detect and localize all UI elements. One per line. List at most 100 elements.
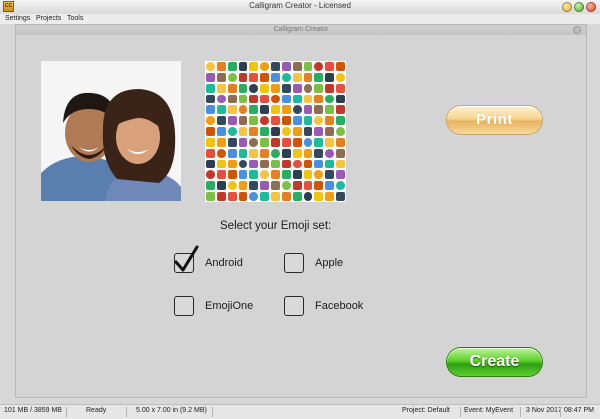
emoji-tile	[227, 94, 237, 104]
emoji-tile	[303, 127, 313, 136]
emoji-tile	[314, 94, 324, 104]
emoji-tile	[260, 62, 270, 71]
emoji-tile	[292, 159, 302, 169]
emoji-tile	[325, 148, 335, 158]
emoji-tile	[325, 159, 335, 169]
emoji-tile	[281, 181, 291, 191]
emoji-tile	[336, 170, 345, 180]
emoji-tile	[281, 83, 291, 93]
emoji-tile	[281, 62, 291, 71]
emoji-tile	[238, 94, 248, 104]
emoji-tile	[325, 105, 335, 115]
emoji-tile	[314, 72, 324, 82]
status-divider	[460, 407, 461, 417]
facebook-checkbox[interactable]	[284, 296, 304, 316]
emoji-tile	[325, 192, 335, 201]
emoji-tile	[260, 137, 270, 147]
emoji-tile	[227, 116, 237, 126]
emoji-tile	[206, 62, 215, 71]
apple-checkbox[interactable]	[284, 253, 304, 273]
emoji-tile	[249, 170, 259, 180]
emoji-tile	[281, 170, 291, 180]
close-window-button[interactable]	[586, 2, 596, 12]
emoji-tile	[314, 192, 324, 201]
emoji-tile	[325, 170, 335, 180]
emoji-tile	[271, 83, 280, 93]
emoji-tile	[216, 72, 226, 82]
emoji-tile	[227, 72, 237, 82]
checkmark-icon	[174, 245, 199, 272]
emoji-tile	[336, 181, 345, 191]
menu-settings[interactable]: Settings	[5, 15, 30, 22]
apple-label[interactable]: Apple	[315, 257, 343, 269]
emojione-checkbox[interactable]	[174, 296, 194, 316]
status-divider	[66, 407, 67, 417]
create-button[interactable]: Create	[447, 348, 542, 376]
emoji-tile	[238, 83, 248, 93]
emoji-tile	[271, 94, 280, 104]
emoji-tile	[206, 105, 215, 115]
emoji-tile	[216, 159, 226, 169]
emoji-tile	[303, 116, 313, 126]
emoji-tile	[260, 127, 270, 136]
emoji-tile	[238, 105, 248, 115]
emoji-tile	[292, 72, 302, 82]
emoji-tile	[281, 137, 291, 147]
emoji-tile	[227, 105, 237, 115]
emoji-tile	[216, 116, 226, 126]
emoji-tile	[216, 127, 226, 136]
emoji-tile	[281, 116, 291, 126]
emoji-tile	[303, 170, 313, 180]
print-button[interactable]: Print	[447, 106, 542, 134]
emoji-tile	[292, 137, 302, 147]
panel-title: Calligram Creator	[16, 25, 586, 35]
android-label[interactable]: Android	[205, 257, 243, 269]
emoji-tile	[206, 148, 215, 158]
emoji-tile	[281, 94, 291, 104]
emoji-tile	[249, 116, 259, 126]
emoji-mosaic-preview[interactable]	[205, 61, 346, 202]
facebook-label[interactable]: Facebook	[315, 300, 363, 312]
emoji-tile	[336, 192, 345, 201]
emoji-tile	[249, 94, 259, 104]
emojione-label[interactable]: EmojiOne	[205, 300, 253, 312]
emoji-tile	[325, 72, 335, 82]
emoji-tile	[303, 72, 313, 82]
menu-tools[interactable]: Tools	[67, 15, 83, 22]
photo-preview[interactable]	[41, 61, 181, 201]
emoji-tile	[206, 72, 215, 82]
emoji-tile	[325, 62, 335, 71]
emoji-tile	[260, 181, 270, 191]
emoji-tile	[260, 148, 270, 158]
emoji-tile	[271, 116, 280, 126]
android-checkbox[interactable]	[174, 245, 199, 273]
emoji-tile	[238, 62, 248, 71]
emoji-tile	[260, 116, 270, 126]
emoji-tile	[216, 148, 226, 158]
emoji-tile	[238, 181, 248, 191]
menu-projects[interactable]: Projects	[36, 15, 61, 22]
emoji-tile	[249, 159, 259, 169]
status-project: Project: Default	[402, 407, 450, 414]
emoji-tile	[216, 94, 226, 104]
emoji-tile	[249, 83, 259, 93]
emoji-tile	[314, 127, 324, 136]
emoji-tile	[271, 181, 280, 191]
emoji-tile	[336, 159, 345, 169]
emoji-tile	[325, 127, 335, 136]
window-title: Calligram Creator - Licensed	[249, 1, 351, 10]
minimize-button[interactable]	[562, 2, 572, 12]
title-bar: CC Calligram Creator - Licensed	[0, 0, 600, 15]
maximize-button[interactable]	[574, 2, 584, 12]
emoji-tile	[281, 127, 291, 136]
emoji-tile	[281, 148, 291, 158]
emoji-tile	[216, 181, 226, 191]
emoji-tile	[314, 105, 324, 115]
panel-close-icon[interactable]	[573, 26, 581, 34]
emoji-tile	[260, 192, 270, 201]
emoji-tile	[271, 170, 280, 180]
emoji-tile	[206, 159, 215, 169]
emoji-tile	[325, 181, 335, 191]
emoji-set-prompt: Select your Emoji set:	[220, 220, 332, 232]
emoji-tile	[303, 83, 313, 93]
